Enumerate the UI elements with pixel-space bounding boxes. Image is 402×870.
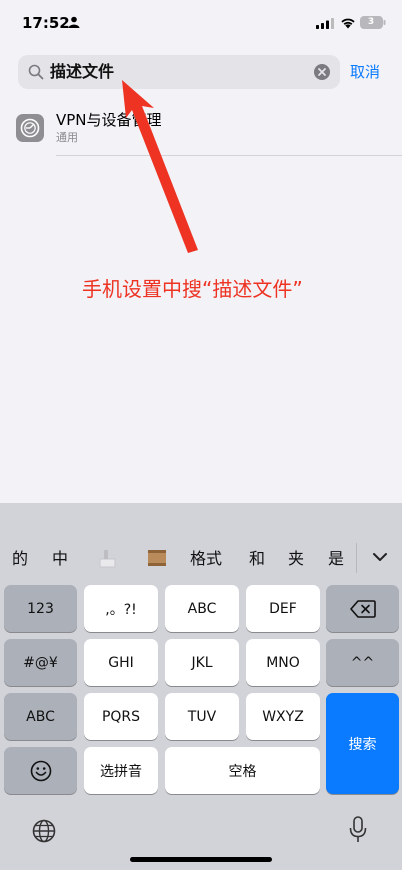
battery-level: 3 — [367, 17, 375, 27]
home-indicator — [130, 857, 272, 862]
settings-app-icon — [16, 114, 44, 142]
key-wxyz[interactable]: WXYZ — [246, 693, 320, 740]
candidate-word[interactable]: 中 — [52, 547, 68, 571]
chevron-down-icon[interactable] — [372, 551, 388, 563]
key-symbols[interactable]: #@¥ — [4, 639, 77, 686]
backspace-icon — [349, 599, 376, 618]
mic-icon[interactable] — [349, 816, 367, 844]
person-icon — [68, 16, 80, 28]
cancel-button[interactable]: 取消 — [350, 62, 380, 82]
key-123[interactable]: 123 — [4, 585, 77, 632]
clear-icon[interactable] — [314, 64, 330, 80]
annotation-caption: 手机设置中搜“描述文件” — [82, 277, 303, 301]
gear-icon — [20, 118, 40, 138]
key-tuv[interactable]: TUV — [165, 693, 239, 740]
key-ghi[interactable]: GHI — [84, 639, 158, 686]
search-key[interactable]: 搜索 — [326, 693, 399, 794]
wifi-icon — [341, 18, 355, 29]
candidate-sticker[interactable] — [146, 547, 168, 569]
divider — [56, 155, 402, 156]
key-punctuation[interactable]: ,。?! — [84, 585, 158, 632]
key-abc[interactable]: ABC — [165, 585, 239, 632]
key-mno[interactable]: MNO — [246, 639, 320, 686]
emoji-key[interactable] — [4, 747, 77, 794]
key-pqrs[interactable]: PQRS — [84, 693, 158, 740]
candidate-divider — [356, 543, 357, 573]
search-query[interactable]: 描述文件 — [50, 62, 114, 82]
emoji-icon — [30, 760, 51, 781]
backspace-key[interactable] — [326, 585, 399, 632]
result-subtitle: 通用 — [56, 131, 78, 144]
key-caret[interactable]: ^^ — [326, 639, 399, 686]
candidate-sticker[interactable] — [96, 547, 118, 569]
key-def[interactable]: DEF — [246, 585, 320, 632]
annotation-arrow — [122, 80, 198, 253]
key-abc-mode[interactable]: ABC — [4, 693, 77, 740]
candidate-word[interactable]: 和 — [249, 547, 265, 571]
keyboard: 的 中 格式 和 夹 是 123 ,。?! ABC DEF #@¥ GHI JK… — [0, 503, 402, 870]
globe-icon[interactable] — [32, 819, 56, 843]
candidate-word[interactable]: 的 — [12, 547, 28, 571]
candidate-word[interactable]: 夹 — [288, 547, 304, 571]
key-pinyin[interactable]: 选拼音 — [84, 747, 158, 794]
signal-icon — [316, 18, 334, 29]
candidate-word[interactable]: 格式 — [190, 547, 222, 571]
space-key[interactable]: 空格 — [165, 747, 320, 794]
status-time: 17:52 — [22, 14, 70, 32]
key-jkl[interactable]: JKL — [165, 639, 239, 686]
candidate-word[interactable]: 是 — [328, 547, 344, 571]
search-icon — [28, 64, 44, 80]
